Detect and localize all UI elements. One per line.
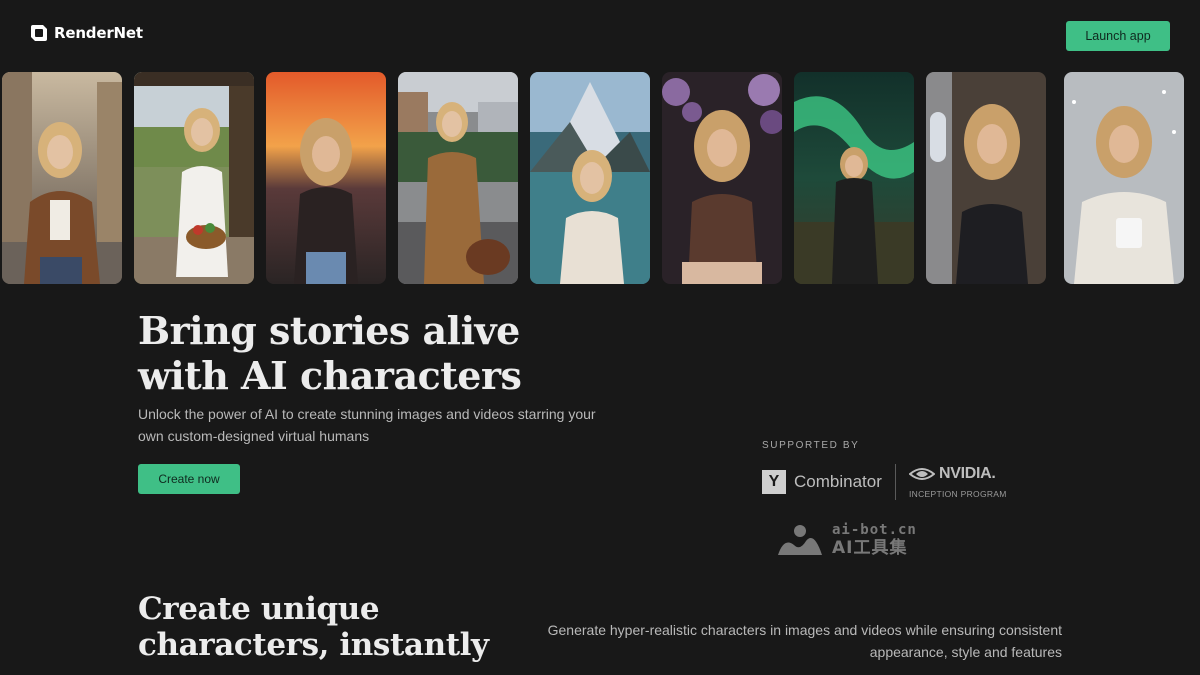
gallery-card xyxy=(794,72,914,284)
section-title-line: characters, instantly xyxy=(138,627,489,663)
gallery-card xyxy=(398,72,518,284)
character-image xyxy=(530,72,650,284)
watermark-name: AI工具集 xyxy=(832,538,908,558)
supported-by-label: SUPPORTED BY xyxy=(762,440,860,451)
gallery-card xyxy=(662,72,782,284)
nvidia-name: NVIDIA. xyxy=(939,465,996,482)
sponsor-divider xyxy=(895,464,896,500)
launch-app-button[interactable]: Launch app xyxy=(1066,21,1170,51)
watermark-logo-icon xyxy=(778,525,822,555)
character-image xyxy=(266,72,386,284)
gallery-card xyxy=(266,72,386,284)
character-image xyxy=(398,72,518,284)
character-image xyxy=(662,72,782,284)
nvidia-eye-icon xyxy=(909,468,935,480)
y-combinator-logo: Y Combinator xyxy=(762,470,882,494)
section-title-line: Create unique xyxy=(138,591,380,627)
nvidia-inception-logo: NVIDIA. INCEPTION PROGRAM xyxy=(909,465,1007,499)
character-image xyxy=(134,72,254,284)
hero-title: Bring stories alive with AI characters xyxy=(138,308,658,398)
character-image xyxy=(2,72,122,284)
gallery-card xyxy=(1064,72,1184,284)
yc-letter-icon: Y xyxy=(762,470,786,494)
brand-name: RenderNet xyxy=(54,24,143,42)
yc-name: Combinator xyxy=(794,472,882,491)
gallery-card xyxy=(2,72,122,284)
hero-subtitle: Unlock the power of AI to create stunnin… xyxy=(138,406,596,444)
brand-logo[interactable]: RenderNet xyxy=(30,24,143,42)
create-now-button[interactable]: Create now xyxy=(138,464,240,494)
section-title: Create unique characters, instantly xyxy=(138,591,558,663)
character-image xyxy=(794,72,914,284)
hero-title-line: Bring stories alive xyxy=(138,308,520,353)
character-image xyxy=(1064,72,1184,284)
rendernet-logo-icon xyxy=(31,25,47,41)
gallery-card xyxy=(926,72,1046,284)
nvidia-program: INCEPTION PROGRAM xyxy=(909,489,1007,499)
gallery-card xyxy=(530,72,650,284)
character-image xyxy=(926,72,1046,284)
watermark: ai-bot.cn AI工具集 xyxy=(776,522,917,558)
site-header: RenderNet Launch app xyxy=(0,0,1200,70)
gallery-card xyxy=(134,72,254,284)
character-gallery xyxy=(0,72,1200,284)
section-description: Generate hyper-realistic characters in i… xyxy=(547,622,1062,660)
hero-title-line: with AI characters xyxy=(138,353,522,398)
watermark-url: ai-bot.cn xyxy=(832,522,917,538)
